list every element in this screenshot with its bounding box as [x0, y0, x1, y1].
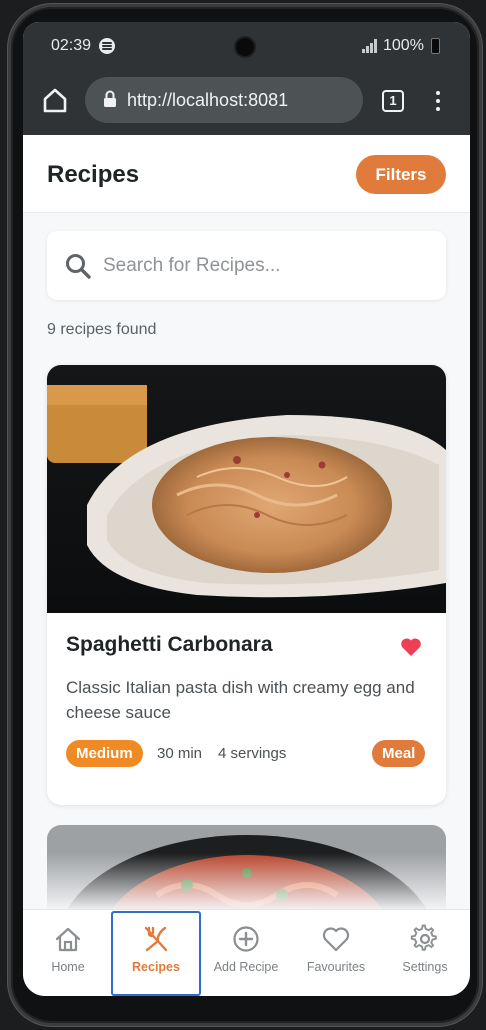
nav-favourites[interactable]: Favourites: [291, 910, 381, 996]
favourite-heart-icon[interactable]: [400, 637, 422, 657]
heart-outline-icon: [322, 927, 350, 952]
nav-settings[interactable]: Settings: [380, 910, 470, 996]
browser-menu-icon[interactable]: [429, 88, 447, 114]
nav-label: Home: [51, 960, 85, 974]
nav-label: Recipes: [132, 960, 180, 974]
utensils-icon: [144, 926, 168, 952]
tab-switcher-button[interactable]: 1: [382, 90, 404, 112]
browser-home-icon[interactable]: [41, 86, 69, 114]
nav-home[interactable]: Home: [23, 910, 113, 996]
browser-chrome: 02:39 100% http://localhost:8081 1: [23, 22, 470, 135]
lock-icon: [104, 90, 116, 107]
gear-icon: [410, 924, 437, 951]
nav-label: Settings: [402, 960, 448, 974]
battery-level: 100%: [383, 37, 424, 54]
recipe-time: 30 min: [157, 745, 203, 762]
url-field[interactable]: http://localhost:8081: [85, 77, 363, 123]
recipe-description: Classic Italian pasta dish with creamy e…: [66, 678, 415, 722]
nav-label: Favourites: [306, 960, 366, 974]
category-badge: Meal: [372, 740, 426, 767]
search-placeholder: Search for Recipes...: [103, 255, 281, 276]
search-input[interactable]: Search for Recipes...: [47, 231, 446, 300]
nav-label: Add Recipe: [213, 960, 279, 974]
status-bar: 02:39 100%: [23, 22, 470, 68]
main-content[interactable]: Search for Recipes... 9 recipes found Sp…: [23, 213, 470, 909]
spotify-icon: [99, 38, 115, 54]
app-header: Recipes Filters: [23, 135, 470, 213]
recipe-servings: 4 servings: [218, 745, 287, 762]
nav-recipes[interactable]: Recipes: [110, 910, 202, 996]
home-icon: [55, 927, 81, 952]
results-count: 9 recipes found: [47, 321, 157, 338]
search-icon: [66, 254, 91, 279]
address-bar-row: http://localhost:8081 1: [23, 74, 470, 126]
filters-button[interactable]: Filters: [356, 155, 446, 194]
plus-circle-icon: [233, 926, 259, 952]
recipe-image: [47, 365, 446, 613]
difficulty-badge: Medium: [66, 740, 143, 767]
recipe-card[interactable]: Spaghetti Carbonara Classic Italian past…: [47, 365, 446, 805]
page-title: Recipes: [47, 161, 140, 188]
signal-icon: [362, 39, 378, 53]
screen: 02:39 100% http://localhost:8081 1 Recip…: [23, 22, 470, 996]
bottom-navigation: Home Recipes Add Recipe Favourites Setti…: [23, 909, 470, 996]
scroll-fade: [23, 853, 470, 909]
front-camera: [234, 36, 256, 58]
url-text: http://localhost:8081: [127, 90, 289, 110]
status-time: 02:39: [51, 37, 92, 54]
battery-icon: [431, 38, 440, 54]
recipe-title: Spaghetti Carbonara: [66, 633, 273, 656]
nav-add-recipe[interactable]: Add Recipe: [201, 910, 291, 996]
